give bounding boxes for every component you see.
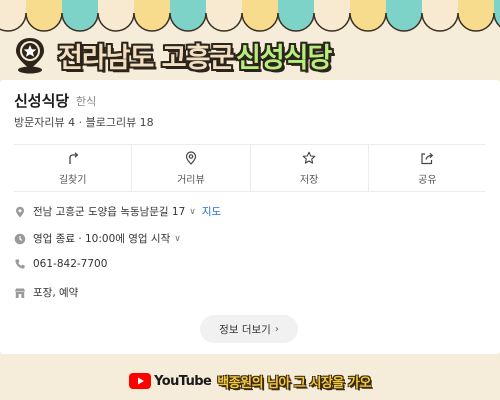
awning-stripe	[314, 0, 350, 14]
phone-text[interactable]: 061-842-7700	[33, 258, 107, 270]
awning-scallop	[241, 12, 279, 32]
address-text[interactable]: 전남 고흥군 도양읍 녹동남문길 17	[33, 204, 185, 219]
banner-place-title: 신성식당	[236, 43, 332, 74]
awning-scallop	[0, 12, 27, 32]
share-icon	[421, 152, 434, 164]
location-pin-icon	[185, 150, 196, 165]
awning-stripe	[242, 0, 278, 14]
youtube-logo: YouTube	[129, 373, 212, 389]
action-bar: 길찾기 거리뷰 저장 공유	[14, 144, 486, 192]
map-link[interactable]: 지도	[202, 204, 221, 219]
awning-stripe	[278, 0, 314, 14]
directions-label: 길찾기	[58, 174, 87, 186]
channel-name: 백종원의 님아 그 시장을 가오	[217, 375, 371, 391]
chevron-down-icon[interactable]: ∨	[189, 207, 196, 217]
awning-stripe	[494, 0, 500, 14]
directions-button[interactable]: 길찾기	[14, 145, 133, 191]
save-button[interactable]: 저장	[251, 145, 369, 191]
address-pin-icon	[14, 206, 26, 218]
awning-scallop	[313, 12, 351, 32]
awning-scallop	[457, 12, 495, 32]
awning-stripe	[422, 0, 458, 14]
hours-row: 영업 종료 · 10:00에 영업 시작 ∨	[14, 231, 181, 246]
share-label: 공유	[418, 174, 437, 186]
awning-scallop	[205, 12, 243, 32]
youtube-banner: YouTube 백종원의 님아 그 시장을 가오	[0, 366, 500, 396]
hours-text[interactable]: 영업 종료 · 10:00에 영업 시작	[33, 231, 170, 246]
options-row: 포장, 예약	[14, 285, 78, 300]
map-pin-star-icon	[16, 38, 44, 74]
share-button[interactable]: 공유	[369, 145, 486, 191]
awning-stripe	[98, 0, 134, 14]
place-card: 신성식당 한식 방문자리뷰 4 · 블로그리뷰 18 길찾기 거리뷰 저장 공유…	[0, 80, 500, 354]
awning-scallop	[349, 12, 387, 32]
options-text: 포장, 예약	[33, 287, 79, 299]
awning-stripe	[62, 0, 98, 14]
street-view-label: 거리뷰	[177, 174, 205, 186]
star-icon	[302, 151, 316, 164]
awning-scallop	[25, 12, 63, 32]
street-view-button[interactable]: 거리뷰	[132, 145, 251, 191]
awning-stripe	[170, 0, 206, 14]
place-category: 한식	[76, 95, 97, 108]
awning-stripe	[206, 0, 242, 14]
directions-icon	[68, 151, 78, 164]
phone-icon	[14, 258, 26, 270]
awning-scallop	[493, 12, 500, 28]
awning-stripe	[26, 0, 62, 14]
awning-scallop	[421, 12, 459, 32]
awning-scallop	[169, 12, 207, 32]
youtube-play-icon	[129, 373, 152, 389]
awning-scallop	[385, 12, 423, 32]
awning-scallop	[61, 12, 99, 32]
chevron-right-icon: ›	[274, 323, 279, 335]
hours-chevron-down-icon[interactable]: ∨	[174, 234, 181, 244]
youtube-wordmark: YouTube	[154, 373, 212, 389]
more-info-button[interactable]: 정보 더보기 ›	[200, 315, 298, 343]
awning-scallop	[277, 12, 315, 32]
awning-stripe	[0, 0, 26, 14]
awning-decoration	[0, 0, 500, 32]
save-label: 저장	[299, 174, 319, 186]
awning-stripe	[134, 0, 170, 14]
more-info-label: 정보 더보기	[219, 323, 271, 336]
awning-scallop	[133, 12, 171, 32]
store-icon	[14, 287, 26, 299]
awning-scallop	[97, 12, 135, 32]
screenshot-root: 전라남도 고흥군 신성식당 신성식당 한식 방문자리뷰 4 · 블로그리뷰 18…	[0, 0, 500, 400]
banner-region-title: 전라남도 고흥군	[58, 43, 234, 74]
awning-stripe	[458, 0, 494, 14]
phone-row: 061-842-7700	[14, 258, 107, 270]
place-name[interactable]: 신성식당	[14, 90, 69, 111]
title-banner: 전라남도 고흥군 신성식당	[0, 30, 500, 78]
review-counts[interactable]: 방문자리뷰 4 · 블로그리뷰 18	[14, 114, 154, 130]
clock-icon	[14, 233, 26, 245]
address-row: 전남 고흥군 도양읍 녹동남문길 17 ∨ 지도	[14, 204, 221, 219]
awning-stripe	[350, 0, 386, 14]
awning-stripe	[386, 0, 422, 14]
